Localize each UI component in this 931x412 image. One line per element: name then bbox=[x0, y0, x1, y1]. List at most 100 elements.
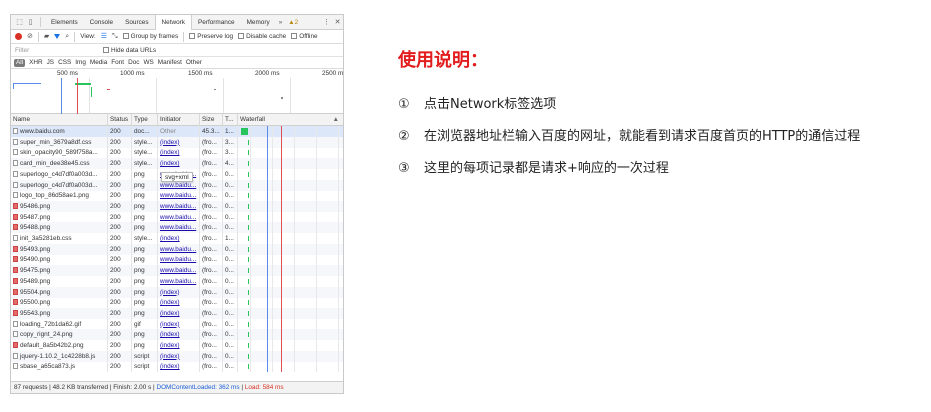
table-row[interactable]: 95490.png 200 png www.baidu... (fro... 0... bbox=[11, 254, 343, 266]
preserve-log-checkbox[interactable]: Preserve log bbox=[189, 33, 233, 40]
type-filter-doc[interactable]: Doc bbox=[128, 59, 139, 66]
more-options-icon[interactable]: ⋮ bbox=[321, 17, 332, 28]
table-row[interactable]: 95475.png 200 png www.baidu... (fro... 0... bbox=[11, 265, 343, 277]
cell-type: style... bbox=[132, 158, 158, 170]
cell-name: skin_opacity90_589f758a... bbox=[11, 147, 108, 159]
cell-name: 95489.png bbox=[11, 275, 108, 287]
table-row[interactable]: super_min_3679a8df.css 200 style... (index)… bbox=[11, 136, 343, 148]
table-row[interactable]: 95493.png 200 png www.baidu... (fro... 0... bbox=[11, 243, 343, 255]
type-filter-ws[interactable]: WS bbox=[143, 59, 153, 66]
more-tabs-button[interactable]: » bbox=[276, 19, 286, 26]
cell-time: 0... bbox=[223, 286, 238, 298]
camera-icon[interactable]: ▰ bbox=[44, 33, 49, 40]
waterfall-gridline bbox=[316, 275, 317, 287]
list-view-icon[interactable]: ☰ bbox=[101, 33, 107, 40]
table-row[interactable]: www.baidu.com 200 doc... Other 45.3... 1... bbox=[11, 126, 343, 137]
type-filter-other[interactable]: Other bbox=[186, 59, 202, 66]
table-row[interactable]: init_3a5281eb.css 200 style... (index) (fro.… bbox=[11, 233, 343, 244]
cell-status: 200 bbox=[108, 265, 132, 277]
cell-status: 200 bbox=[108, 329, 132, 341]
tab-memory[interactable]: Memory bbox=[241, 15, 276, 30]
table-row[interactable]: sbase_a65ca873.js 200 script (index) (fro...… bbox=[11, 361, 343, 373]
filter-input[interactable]: Filter bbox=[15, 47, 103, 54]
type-filter-font[interactable]: Font bbox=[111, 59, 124, 66]
column-waterfall[interactable]: Waterfall bbox=[238, 114, 343, 126]
filter-icon[interactable] bbox=[54, 34, 61, 39]
table-row[interactable]: 95543.png 200 png (index) (fro... 0... bbox=[11, 307, 343, 319]
column-name[interactable]: Name bbox=[11, 114, 108, 126]
file-icon bbox=[13, 138, 18, 145]
waterfall-gridline bbox=[316, 243, 317, 255]
cell-name: 95475.png bbox=[11, 265, 108, 277]
column-status[interactable]: Status bbox=[108, 114, 132, 126]
waterfall-gridline bbox=[294, 126, 295, 137]
cell-name: loading_72b1da62.gif bbox=[11, 318, 108, 330]
type-filter-js[interactable]: JS bbox=[47, 59, 54, 66]
tab-sources[interactable]: Sources bbox=[119, 15, 154, 30]
disable-cache-checkbox[interactable]: Disable cache bbox=[238, 33, 286, 40]
table-row[interactable]: 95504.png 200 png (index) (fro... 0... bbox=[11, 286, 343, 298]
offline-checkbox[interactable]: Offline bbox=[291, 33, 318, 40]
cell-time: 1... bbox=[223, 233, 238, 244]
hide-data-urls-checkbox[interactable]: Hide data URLs bbox=[103, 47, 156, 54]
table-row[interactable]: 95500.png 200 png (index) (fro... 0... bbox=[11, 297, 343, 309]
table-row[interactable]: 95486.png 200 png www.baidu... (fro... 0... bbox=[11, 200, 343, 212]
group-by-frames-checkbox[interactable]: Group by frames bbox=[122, 33, 178, 40]
tab-performance[interactable]: Performance bbox=[192, 15, 241, 30]
step-number: ① bbox=[398, 97, 410, 112]
waterfall-gridline bbox=[316, 190, 317, 202]
inspect-element-icon[interactable]: ⬚ bbox=[14, 17, 25, 28]
tab-network[interactable]: Network bbox=[154, 15, 192, 30]
cell-waterfall bbox=[238, 190, 343, 202]
waterfall-gridline bbox=[294, 340, 295, 351]
record-icon[interactable] bbox=[15, 33, 22, 40]
tab-elements[interactable]: Elements bbox=[45, 15, 84, 30]
table-row[interactable]: default_8a5b42b2.png 200 png (index) (fro...… bbox=[11, 340, 343, 351]
dcl-line bbox=[267, 190, 268, 202]
cell-status: 200 bbox=[108, 318, 132, 330]
table-row[interactable]: 95489.png 200 png www.baidu... (fro... 0... bbox=[11, 275, 343, 287]
dcl-line bbox=[267, 147, 268, 159]
type-filter-xhr[interactable]: XHR bbox=[29, 59, 43, 66]
waterfall-gridline bbox=[316, 200, 317, 212]
table-row[interactable]: copy_rignt_24.png 200 png (index) (fro... 0..… bbox=[11, 329, 343, 341]
type-filter-all[interactable]: All bbox=[14, 58, 26, 67]
cell-type: png bbox=[132, 190, 158, 202]
table-row[interactable]: card_min_dee38e45.css 200 style... (index)(… bbox=[11, 158, 343, 170]
dcl-line bbox=[267, 168, 268, 180]
table-row[interactable]: 95488.png 200 png www.baidu... (fro... 0... bbox=[11, 222, 343, 234]
waterfall-gridline bbox=[272, 361, 273, 373]
device-toggle-icon[interactable]: ▯ bbox=[25, 17, 36, 28]
column-type[interactable]: Type bbox=[132, 114, 158, 126]
cell-waterfall bbox=[238, 265, 343, 277]
cell-initiator: www.baidu... bbox=[158, 222, 200, 234]
warning-badge[interactable]: ▲2 bbox=[285, 19, 301, 26]
cell-size: (fro... bbox=[200, 340, 223, 351]
close-icon[interactable]: ✕ bbox=[332, 17, 343, 28]
waterfall-view-icon[interactable]: ⤡ bbox=[112, 33, 118, 40]
table-row[interactable]: jquery-1.10.2_1c4228b8.js 200 script (index… bbox=[11, 350, 343, 362]
column-time[interactable]: T... bbox=[223, 114, 238, 126]
column-size[interactable]: Size bbox=[200, 114, 223, 126]
type-filter-media[interactable]: Media bbox=[90, 59, 107, 66]
timeline-overview[interactable]: 500 ms 1000 ms 1500 ms 2000 ms 2500 m bbox=[11, 69, 343, 114]
type-filter-img[interactable]: Img bbox=[75, 59, 86, 66]
request-table-body: www.baidu.com 200 doc... Other 45.3... 1... su… bbox=[11, 126, 343, 373]
clear-icon[interactable]: ⊘ bbox=[27, 33, 33, 40]
waterfall-gridline bbox=[338, 350, 339, 362]
dcl-line bbox=[267, 318, 268, 330]
cell-initiator: www.baidu... bbox=[158, 254, 200, 266]
cell-time: 0... bbox=[223, 211, 238, 223]
table-row[interactable]: 95487.png 200 png www.baidu... (fro... 0... bbox=[11, 211, 343, 223]
tab-console[interactable]: Console bbox=[84, 15, 119, 30]
column-initiator[interactable]: Initiator bbox=[158, 114, 200, 126]
table-row[interactable]: loading_72b1da62.gif 200 gif (index) (fro...… bbox=[11, 318, 343, 330]
cell-waterfall bbox=[238, 126, 343, 137]
search-icon[interactable]: ⌕ bbox=[65, 33, 69, 40]
table-row[interactable]: logo_top_86d58ae1.png 200 png www.baidu...(… bbox=[11, 190, 343, 202]
type-filter-manifest[interactable]: Manifest bbox=[158, 59, 182, 66]
cell-type: doc... bbox=[132, 126, 158, 137]
type-filter-css[interactable]: CSS bbox=[58, 59, 71, 66]
table-row[interactable]: skin_opacity90_589f758a... 200 style... (in… bbox=[11, 147, 343, 159]
waterfall-gridline bbox=[316, 286, 317, 298]
